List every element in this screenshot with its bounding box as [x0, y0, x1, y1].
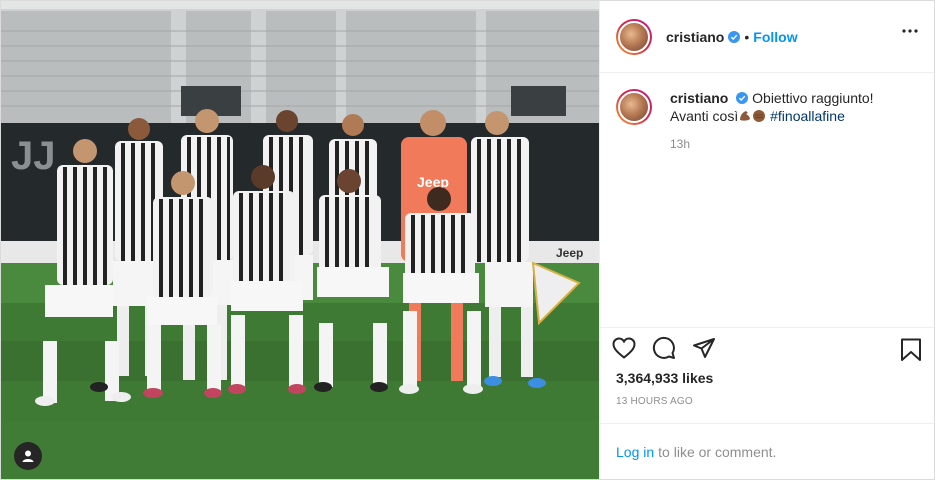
flexed-biceps-icon	[740, 111, 751, 121]
post-header: cristiano • Follow	[600, 1, 934, 73]
user-tag-icon	[22, 450, 34, 462]
author-avatar[interactable]	[616, 18, 652, 55]
login-suffix: to like or comment.	[658, 443, 777, 460]
caption-row: cristiano Obiettivo raggiunto! Avanti co…	[616, 89, 918, 125]
separator-dot: •	[744, 28, 750, 45]
follow-button[interactable]: Follow	[753, 29, 797, 45]
svg-text:Jeep: Jeep	[556, 246, 583, 260]
login-link[interactable]: Log in	[616, 444, 654, 460]
heart-icon	[612, 337, 636, 359]
share-button[interactable]	[692, 328, 732, 368]
instagram-post: JJ Jeep Jeep cristiano • Follow cristian…	[0, 0, 935, 480]
more-icon[interactable]	[902, 29, 918, 33]
comments-section: cristiano Obiettivo raggiunto! Avanti co…	[600, 73, 934, 328]
caption-text: cristiano Obiettivo raggiunto! Avanti co…	[670, 89, 910, 125]
caption-author-avatar[interactable]	[616, 89, 652, 125]
post-timestamp[interactable]: 13 HOURS AGO	[600, 396, 934, 407]
caption-line1: Obiettivo raggiunto!	[752, 90, 874, 106]
verified-badge-icon	[736, 92, 749, 104]
caption-time: 13h	[670, 137, 691, 151]
likes-count[interactable]: 3,364,933 likes	[600, 370, 934, 386]
svg-text:JJ: JJ	[11, 134, 56, 178]
action-bar	[600, 328, 934, 368]
caption-author[interactable]: cristiano	[670, 90, 728, 106]
comment-icon	[652, 336, 675, 359]
verified-badge-icon	[728, 30, 741, 43]
team-photo-illustration: JJ Jeep Jeep	[1, 1, 599, 479]
post-sidebar: cristiano • Follow cristiano Obiettivo r…	[600, 1, 934, 479]
comment-button[interactable]	[652, 328, 692, 368]
like-button[interactable]	[612, 328, 652, 368]
svg-text:Jeep: Jeep	[417, 174, 449, 190]
bookmark-icon[interactable]	[900, 338, 922, 362]
user-tag-button[interactable]	[14, 442, 42, 470]
share-icon	[693, 338, 715, 358]
post-photo[interactable]: JJ Jeep Jeep	[1, 1, 600, 479]
caption-line2: Avanti così	[670, 108, 739, 124]
login-prompt: Log in to like or comment.	[600, 423, 934, 479]
author-username[interactable]: cristiano	[666, 29, 724, 45]
fist-icon	[753, 110, 766, 122]
hashtag-link[interactable]: #finoallafine	[770, 108, 845, 124]
